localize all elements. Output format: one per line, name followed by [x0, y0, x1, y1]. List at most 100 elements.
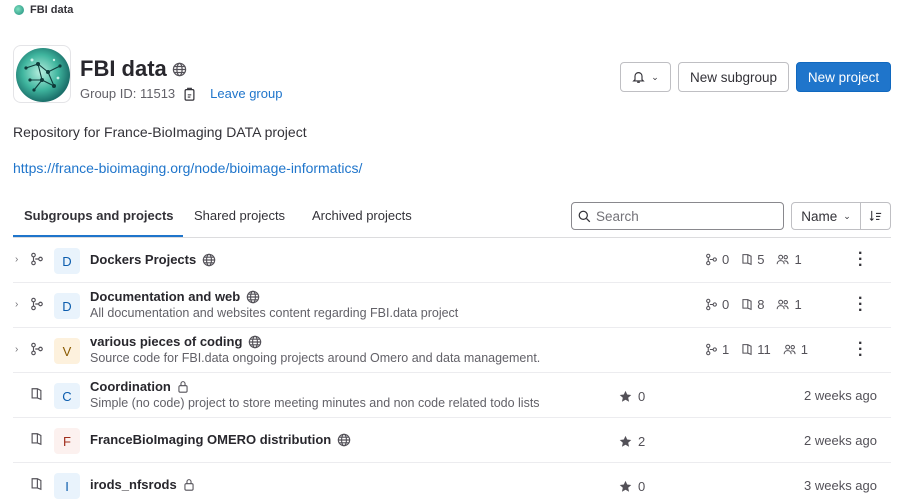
chevron-down-icon: ⌄: [651, 71, 659, 82]
project-icon: [31, 433, 42, 446]
users-icon: [777, 299, 790, 310]
leave-group-link[interactable]: Leave group: [210, 86, 282, 101]
subgroup-count: 1: [705, 342, 729, 357]
list-item[interactable]: › D Documentation and web All documentat…: [13, 283, 891, 328]
groups-projects-list: › D Dockers Projects 0 5 1 · · · › D Docum…: [13, 238, 891, 502]
sort-direction-button[interactable]: [861, 202, 891, 230]
item-name: Coordination: [90, 379, 171, 394]
item-description: Source code for FBI.data ongoing project…: [90, 351, 541, 365]
more-actions-icon[interactable]: · · ·: [858, 336, 863, 364]
project-count: 11: [741, 342, 771, 357]
search-icon: [578, 210, 591, 222]
new-subgroup-button[interactable]: New subgroup: [678, 62, 789, 92]
member-count: 1: [776, 252, 802, 267]
sort-lowest-icon: [869, 210, 881, 222]
group-title: FBI data: [80, 56, 187, 82]
item-description: All documentation and websites content r…: [90, 306, 459, 320]
tab-subgroups-and-projects[interactable]: Subgroups and projects: [24, 208, 174, 223]
sort-label: Name: [801, 208, 838, 224]
new-project-button[interactable]: New project: [796, 62, 891, 92]
updated-time: 2 weeks ago: [804, 388, 877, 403]
globe-icon: [172, 62, 186, 76]
chevron-right-icon[interactable]: ›: [15, 299, 18, 310]
users-icon: [783, 344, 796, 355]
tab-archived-projects[interactable]: Archived projects: [312, 208, 412, 223]
subgroup-icon: [706, 343, 717, 356]
list-item[interactable]: I irods_nfsrods 0 3 weeks ago: [13, 463, 891, 502]
avatar: D: [54, 293, 80, 319]
item-stats: 0 8 1: [705, 297, 814, 312]
item-title[interactable]: Dockers Projects: [90, 252, 216, 267]
star-icon: [619, 435, 632, 447]
subgroup-count: 0: [705, 252, 729, 267]
chevron-right-icon[interactable]: ›: [15, 254, 18, 265]
notifications-dropdown[interactable]: ⌄: [620, 62, 671, 92]
item-title[interactable]: Coordination: [90, 379, 189, 394]
item-title[interactable]: Documentation and web: [90, 289, 260, 304]
updated-time: 2 weeks ago: [804, 433, 877, 448]
item-name: various pieces of coding: [90, 334, 243, 349]
chevron-down-icon: ⌄: [843, 210, 851, 221]
project-icon: [742, 299, 752, 311]
list-item[interactable]: › V various pieces of coding Source code…: [13, 328, 891, 373]
star-icon: [619, 480, 632, 492]
project-icon: [742, 254, 752, 266]
star-icon: [619, 390, 632, 402]
copy-icon[interactable]: [183, 87, 196, 101]
bell-icon: [632, 72, 645, 83]
project-icon: [31, 478, 42, 491]
tab-shared-projects[interactable]: Shared projects: [194, 208, 285, 223]
avatar: V: [54, 338, 80, 364]
list-item[interactable]: › D Dockers Projects 0 5 1 · · ·: [13, 238, 891, 283]
item-title[interactable]: various pieces of coding: [90, 334, 262, 349]
star-count: 0: [619, 479, 645, 494]
group-url-link[interactable]: https://france-bioimaging.org/node/bioim…: [13, 160, 362, 176]
subgroup-icon: [31, 342, 43, 356]
breadcrumb-group-label: FBI data: [30, 4, 74, 16]
member-count: 1: [776, 297, 802, 312]
star-count: 0: [619, 389, 645, 404]
item-name: Documentation and web: [90, 289, 241, 304]
item-title[interactable]: FranceBioImaging OMERO distribution: [90, 432, 351, 447]
avatar: C: [54, 383, 80, 409]
item-description: Simple (no code) project to store meetin…: [90, 396, 540, 410]
group-avatar: [13, 45, 71, 103]
item-stats: 0 5 1: [705, 252, 814, 267]
more-actions-icon[interactable]: · · ·: [858, 291, 863, 319]
users-icon: [777, 254, 790, 265]
globe-icon: [246, 290, 260, 303]
more-actions-icon[interactable]: · · ·: [858, 246, 863, 274]
item-name: irods_nfsrods: [90, 477, 177, 492]
globe-icon: [337, 433, 351, 446]
globe-icon: [249, 335, 262, 348]
list-item[interactable]: F FranceBioImaging OMERO distribution 2 …: [13, 418, 891, 463]
item-title[interactable]: irods_nfsrods: [90, 477, 195, 492]
project-count: 8: [741, 297, 764, 312]
avatar: I: [54, 473, 80, 499]
avatar: F: [54, 428, 80, 454]
avatar: D: [54, 248, 80, 274]
chevron-right-icon[interactable]: ›: [15, 344, 18, 355]
group-avatar-small: [14, 5, 24, 15]
group-name: FBI data: [80, 56, 167, 81]
subgroup-icon: [706, 298, 717, 311]
subgroup-icon: [706, 253, 717, 266]
item-name: FranceBioImaging OMERO distribution: [90, 432, 332, 447]
subgroup-count: 0: [705, 297, 729, 312]
sort-dropdown[interactable]: Name ⌄: [791, 202, 861, 230]
project-icon: [31, 388, 42, 401]
subgroup-icon: [31, 252, 43, 266]
star-count: 2: [619, 434, 645, 449]
search-placeholder: Search: [596, 208, 639, 224]
item-name: Dockers Projects: [90, 252, 197, 267]
search-input[interactable]: Search: [571, 202, 784, 230]
globe-icon: [202, 253, 216, 266]
sort-control: Name ⌄: [791, 202, 891, 230]
project-count: 5: [741, 252, 764, 267]
list-item[interactable]: C Coordination Simple (no code) project …: [13, 373, 891, 418]
breadcrumb[interactable]: FBI data: [14, 4, 73, 16]
updated-time: 3 weeks ago: [804, 478, 877, 493]
lock-icon: [178, 381, 188, 393]
project-icon: [742, 344, 752, 356]
lock-icon: [184, 479, 194, 491]
